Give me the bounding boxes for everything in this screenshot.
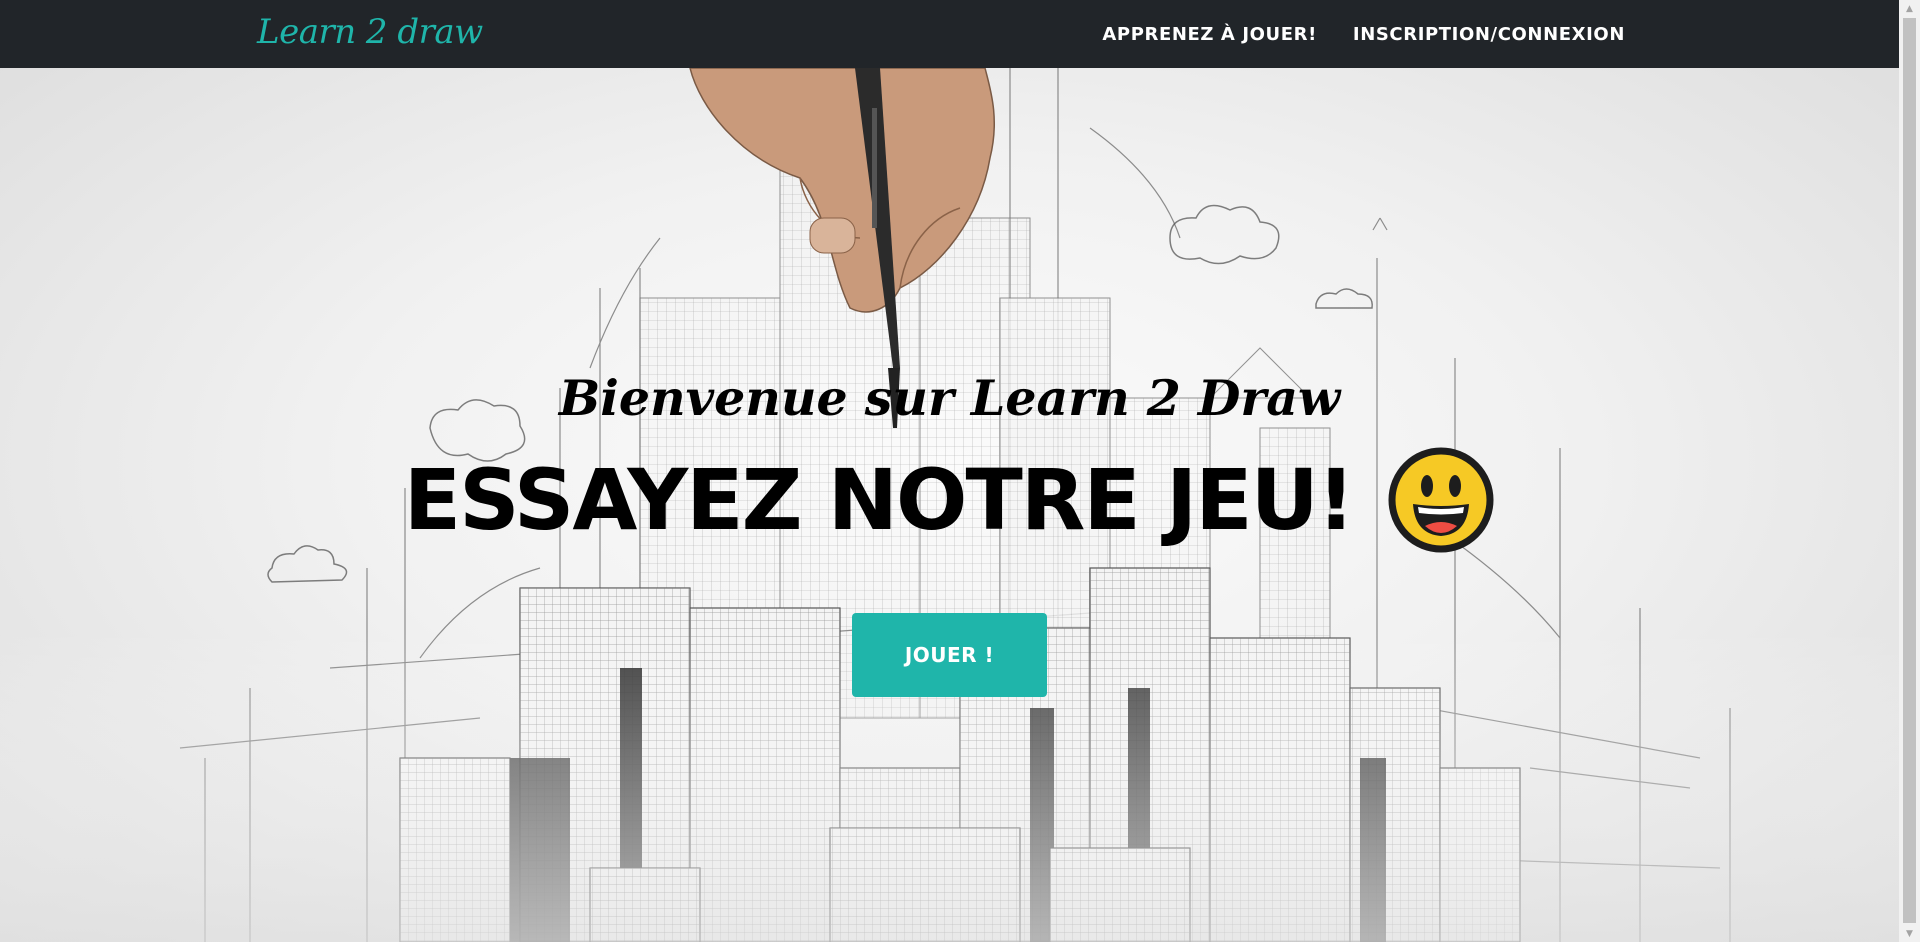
hero-heading: ESSAYEZ NOTRE JEU! bbox=[403, 451, 1355, 549]
nav-links: APPRENEZ À JOUER! INSCRIPTION/CONNEXION bbox=[1102, 0, 1625, 68]
scrollbar-thumb[interactable] bbox=[1903, 18, 1916, 923]
vertical-scrollbar[interactable]: ▲ ▼ bbox=[1899, 0, 1920, 942]
hero-content: Bienvenue sur Learn 2 Draw ESSAYEZ NOTRE… bbox=[0, 68, 1899, 942]
scroll-up-icon[interactable]: ▲ bbox=[1899, 0, 1920, 17]
page: Learn 2 draw APPRENEZ À JOUER! INSCRIPTI… bbox=[0, 0, 1920, 942]
play-button[interactable]: JOUER ! bbox=[852, 613, 1047, 697]
nav-link-learn-to-play[interactable]: APPRENEZ À JOUER! bbox=[1102, 24, 1317, 45]
scroll-down-icon[interactable]: ▼ bbox=[1899, 925, 1920, 942]
hero-heading-row: ESSAYEZ NOTRE JEU! bbox=[0, 446, 1899, 554]
brand-logo[interactable]: Learn 2 draw bbox=[257, 10, 483, 54]
nav-link-signup-login[interactable]: INSCRIPTION/CONNEXION bbox=[1353, 24, 1625, 45]
hero-section: Bienvenue sur Learn 2 Draw ESSAYEZ NOTRE… bbox=[0, 68, 1899, 942]
hero-subheading: Bienvenue sur Learn 2 Draw bbox=[558, 369, 1341, 427]
grinning-face-icon bbox=[1388, 447, 1494, 553]
navbar: Learn 2 draw APPRENEZ À JOUER! INSCRIPTI… bbox=[0, 0, 1899, 68]
